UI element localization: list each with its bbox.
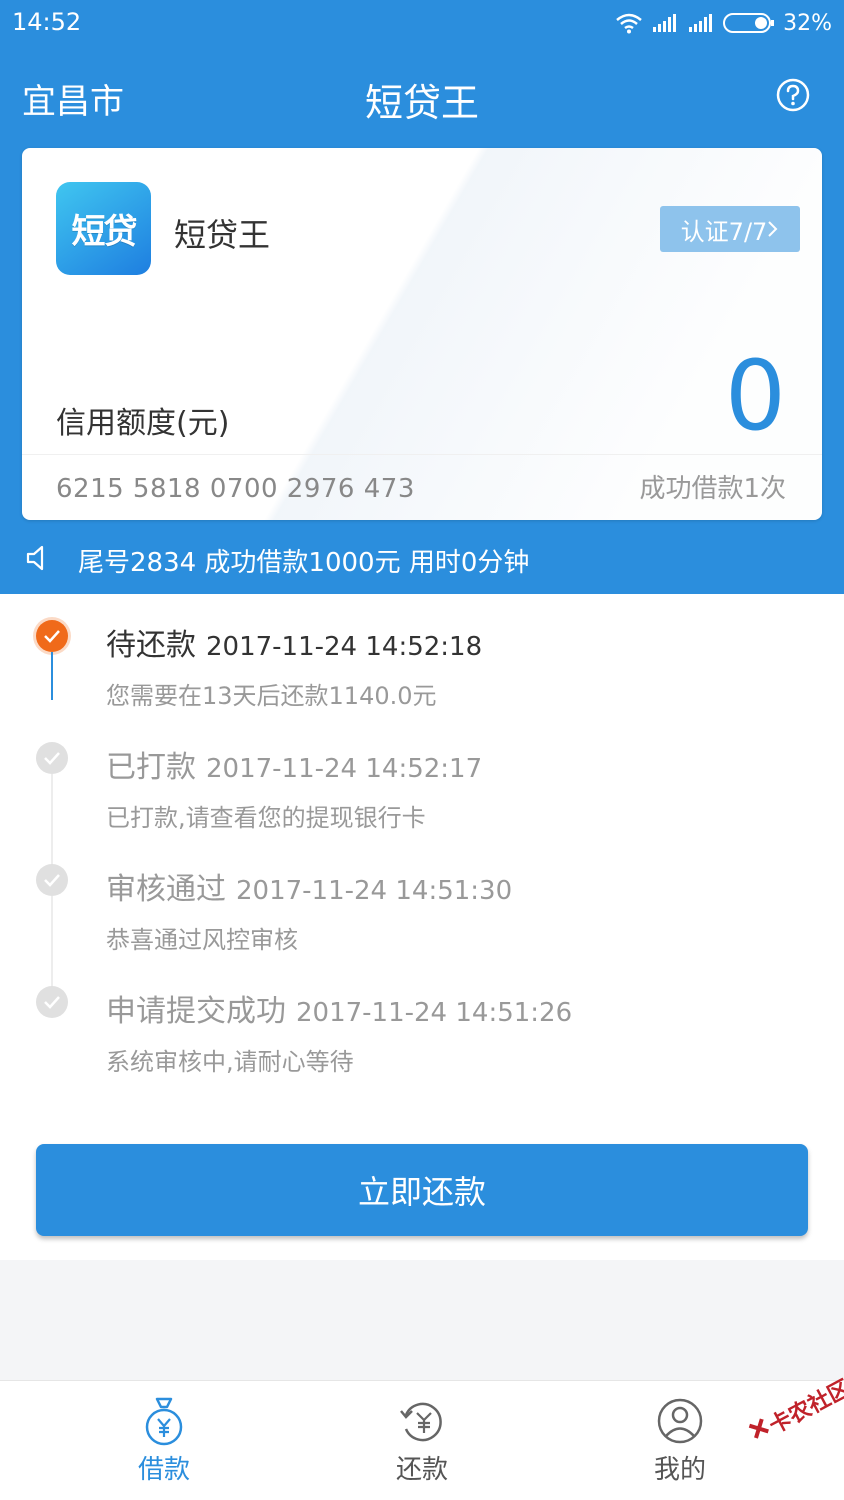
- timeline-datetime: 2017-11-24 14:52:18: [206, 632, 483, 662]
- timeline-item: 申请提交成功 2017-11-24 14:51:26 系统审核中,请耐心等待: [0, 960, 844, 1082]
- timeline-heading: 审核通过 2017-11-24 14:51:30: [106, 864, 512, 908]
- nav-label: 我的: [653, 1455, 706, 1485]
- timeline-description: 已打款,请查看您的提现银行卡: [106, 804, 426, 832]
- auth-label: 认证7/7: [680, 217, 768, 246]
- chevron-right-icon: [768, 221, 778, 237]
- timeline-datetime: 2017-11-24 14:51:30: [236, 876, 513, 906]
- bottom-nav: 借款 还款 我的: [0, 1380, 844, 1500]
- timeline-item: 已打款 2017-11-24 14:52:17 已打款,请查看您的提现银行卡: [0, 716, 844, 866]
- timeline-dot-done: [36, 864, 68, 896]
- brand-name: 短贷王: [174, 216, 271, 254]
- app-logo-text: 短贷: [71, 212, 138, 252]
- timeline-item: 审核通过 2017-11-24 14:51:30 恭喜通过风控审核: [0, 838, 844, 988]
- timeline-item: 待还款 2017-11-24 14:52:18 您需要在13天后还款1140.0元: [0, 594, 844, 716]
- signal-icon: [689, 14, 713, 32]
- bank-card-number: 6215 5818 0700 2976 473: [56, 474, 415, 504]
- timeline-status: 审核通过: [106, 872, 226, 907]
- check-icon: [44, 630, 60, 643]
- timeline-heading: 申请提交成功 2017-11-24 14:51:26: [106, 986, 572, 1030]
- signal-icon: [653, 14, 677, 32]
- repay-now-button[interactable]: 立即还款: [36, 1144, 808, 1236]
- timeline-datetime: 2017-11-24 14:51:26: [296, 998, 573, 1028]
- timeline-description: 系统审核中,请耐心等待: [106, 1048, 354, 1076]
- timeline-dot-done: [36, 986, 68, 1018]
- timeline-status: 已打款: [106, 750, 196, 785]
- timeline-description: 您需要在13天后还款1140.0元: [106, 682, 437, 710]
- check-icon: [44, 752, 60, 765]
- check-icon: [44, 996, 60, 1009]
- check-icon: [44, 874, 60, 887]
- user-icon: [657, 1398, 703, 1444]
- success-count: 成功借款1次: [639, 474, 786, 504]
- nav-label: 还款: [395, 1455, 448, 1485]
- spacer-band: [0, 1260, 844, 1380]
- app-bar: 宜昌市 短贷王: [0, 60, 844, 132]
- nav-tab-mine[interactable]: 我的: [610, 1389, 750, 1499]
- timeline-status: 申请提交成功: [106, 994, 286, 1029]
- loan-card: 短贷 短贷王 认证7/7 信用额度(元) 0 6215 5818 0700 29…: [22, 148, 822, 520]
- timeline-dot-active: [36, 620, 68, 652]
- refund-icon: [400, 1402, 442, 1442]
- status-icons: 32%: [615, 8, 832, 38]
- timeline-dot-done: [36, 742, 68, 774]
- battery-icon: [723, 13, 775, 33]
- credit-label: 信用额度(元): [56, 406, 230, 441]
- status-bar: 14:52 32%: [0, 0, 844, 46]
- timeline-description: 恭喜通过风控审核: [106, 926, 298, 954]
- status-time: 14:52: [12, 8, 82, 36]
- help-icon[interactable]: [776, 78, 810, 112]
- page-title: 短贷王: [364, 81, 479, 125]
- notice-bar: 尾号2834 成功借款1000元 用时0分钟: [0, 524, 844, 594]
- nav-tab-borrow[interactable]: 借款: [94, 1389, 234, 1499]
- auth-button[interactable]: 认证7/7: [660, 206, 800, 252]
- battery-percent: 32%: [783, 10, 832, 36]
- notice-text: 尾号2834 成功借款1000元 用时0分钟: [78, 548, 530, 578]
- timeline-datetime: 2017-11-24 14:52:17: [206, 754, 483, 784]
- speaker-icon: [26, 545, 44, 571]
- timeline-connector: [51, 652, 53, 700]
- money-bag-icon: [145, 1397, 183, 1446]
- timeline-status: 待还款: [106, 628, 196, 663]
- card-divider: [22, 454, 822, 455]
- app-logo: 短贷: [56, 182, 151, 275]
- timeline-heading: 待还款 2017-11-24 14:52:18: [106, 620, 482, 664]
- credit-value: 0: [724, 340, 786, 452]
- wifi-icon: [616, 13, 642, 34]
- nav-label: 借款: [137, 1455, 190, 1485]
- timeline-heading: 已打款 2017-11-24 14:52:17: [106, 742, 482, 786]
- nav-tab-repay[interactable]: 还款: [352, 1389, 492, 1499]
